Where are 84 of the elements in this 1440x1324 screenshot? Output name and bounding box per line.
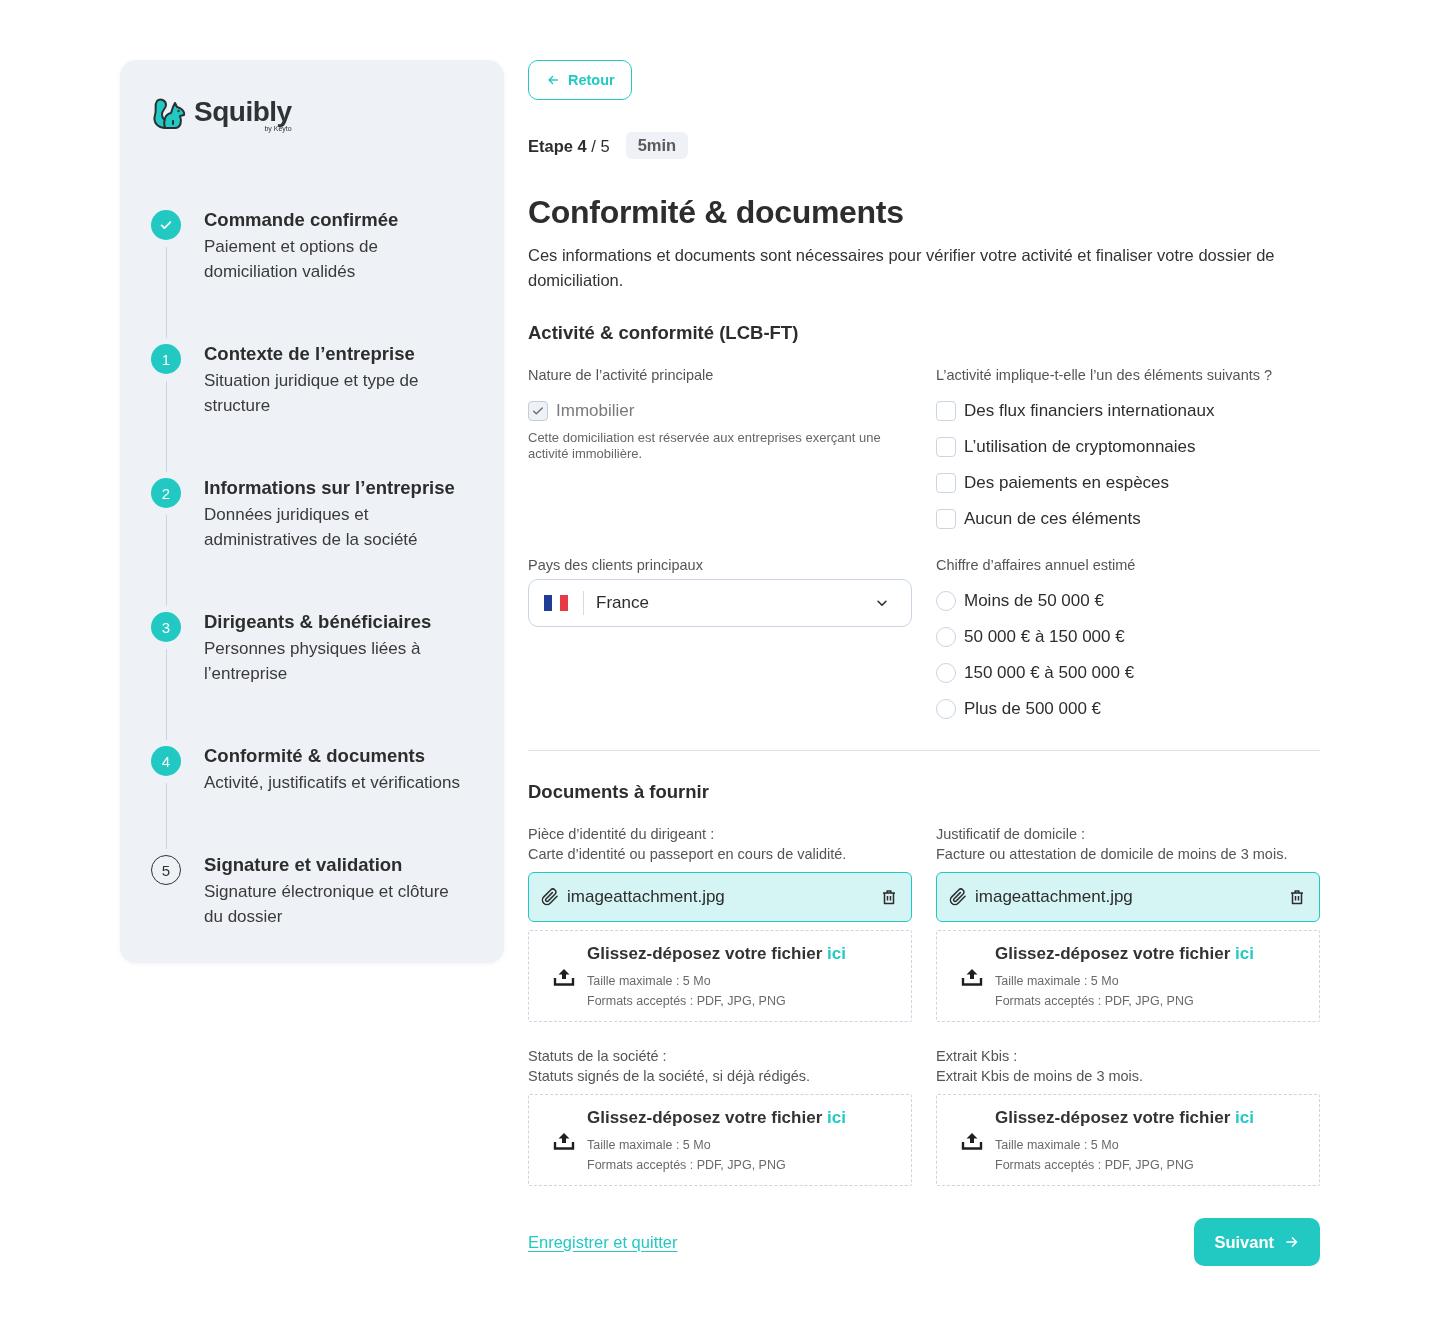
- step-counter: Etape 4 / 5: [528, 135, 610, 157]
- step-description: Données juridiques et administratives de la société: [204, 504, 419, 551]
- step-description: Activité, justificatifs et vérifications: [204, 772, 462, 794]
- dropzone-title: Glissez-déposez votre fichier ici: [587, 943, 846, 965]
- field-label: Justificatif de domicile :: [936, 825, 1087, 844]
- arrow-left-icon: [546, 73, 560, 87]
- radio-label[interactable]: 50 000 € à 150 000 €: [964, 627, 1125, 647]
- radio-button[interactable]: [936, 699, 956, 719]
- field-label: Statuts de la société :: [528, 1047, 668, 1066]
- field-hint: Facture ou attestation de domicile de moins de 3 mois.: [936, 845, 1289, 864]
- file-dropzone[interactable]: Glissez-déposez votre fichier ici Taille maximale : 5 Mo Formats acceptés : PDF, JPG, PNG: [528, 1094, 912, 1186]
- radio-button[interactable]: [936, 663, 956, 683]
- file-name: imageattachment.jpg: [567, 887, 726, 907]
- step-title: Dirigeants & bénéficiaires: [204, 610, 433, 634]
- field-hint: Extrait Kbis de moins de 3 mois.: [936, 1067, 1145, 1086]
- formats-text: Formats acceptés : PDF, JPG, PNG: [587, 993, 787, 1010]
- checkbox-label: Immobilier: [556, 401, 635, 421]
- duration-badge: 5min: [625, 132, 689, 159]
- file-dropzone[interactable]: Glissez-déposez votre fichier ici Taille maximale : 5 Mo Formats acceptés : PDF, JPG, PNG: [936, 1094, 1320, 1186]
- radio-label[interactable]: Plus de 500 000 €: [964, 699, 1102, 719]
- section-title: Activité & conformité (LCB-FT): [528, 321, 800, 345]
- checkbox[interactable]: [936, 401, 956, 421]
- step-number: 2: [151, 478, 181, 508]
- formats-text: Formats acceptés : PDF, JPG, PNG: [587, 1157, 787, 1174]
- step-description: Situation juridique et type de structure: [204, 370, 420, 417]
- logo-text: Squibly: [194, 97, 292, 127]
- max-size-text: Taille maximale : 5 Mo: [995, 1137, 1120, 1154]
- radio-button[interactable]: [936, 591, 956, 611]
- step-description: Personnes physiques liées à l’entreprise: [204, 638, 422, 685]
- page-title: Conformité & documents: [528, 193, 905, 232]
- field-label: Nature de l’activité principale: [528, 366, 715, 385]
- trash-icon[interactable]: [880, 888, 898, 906]
- max-size-text: Taille maximale : 5 Mo: [587, 973, 712, 990]
- checkbox-label[interactable]: Aucun de ces éléments: [964, 509, 1141, 529]
- upload-icon: [553, 967, 575, 986]
- formats-text: Formats acceptés : PDF, JPG, PNG: [995, 1157, 1195, 1174]
- checkbox[interactable]: [936, 509, 956, 529]
- step-title: Informations sur l’entreprise: [204, 476, 456, 500]
- step-description: Signature électronique et clôture du dossier: [204, 881, 450, 928]
- step-number: 4: [151, 746, 181, 776]
- page-description: Ces informations et documents sont nécessaires pour vérifier votre activité et finaliser votre dossier de domiciliation.: [528, 245, 1276, 291]
- trash-icon[interactable]: [1288, 888, 1306, 906]
- upload-icon: [961, 1131, 983, 1150]
- file-dropzone[interactable]: Glissez-déposez votre fichier ici Taille maximale : 5 Mo Formats acceptés : PDF, JPG, PNG: [936, 930, 1320, 1022]
- country-select[interactable]: France: [528, 579, 912, 627]
- radio-label[interactable]: 150 000 € à 500 000 €: [964, 663, 1135, 683]
- field-hint: Statuts signés de la société, si déjà rédigés.: [528, 1067, 812, 1086]
- checkbox-label[interactable]: L’utilisation de cryptomonnaies: [964, 437, 1196, 457]
- upload-icon: [553, 1131, 575, 1150]
- formats-text: Formats acceptés : PDF, JPG, PNG: [995, 993, 1195, 1010]
- field-label: Pièce d’identité du dirigeant :: [528, 825, 716, 844]
- checkbox-label[interactable]: Des paiements en espèces: [964, 473, 1170, 493]
- radio-button[interactable]: [936, 627, 956, 647]
- step-connector: [165, 783, 167, 849]
- flag-icon: [544, 595, 568, 611]
- field-label: Extrait Kbis :: [936, 1047, 1019, 1066]
- paperclip-icon: [541, 888, 559, 906]
- step-number: 3: [151, 612, 181, 642]
- field-label: L’activité implique-t-elle l’un des éléments suivants ?: [936, 366, 1274, 385]
- field-label: Pays des clients principaux: [528, 556, 704, 575]
- dropzone-title: Glissez-déposez votre fichier ici: [995, 1107, 1254, 1129]
- checkbox[interactable]: [936, 437, 956, 457]
- upload-icon: [961, 967, 983, 986]
- dropzone-title: Glissez-déposez votre fichier ici: [587, 1107, 846, 1129]
- dropzone-title: Glissez-déposez votre fichier ici: [995, 943, 1254, 965]
- step-number: 1: [151, 344, 181, 374]
- step-title: Contexte de l’entreprise: [204, 342, 416, 366]
- max-size-text: Taille maximale : 5 Mo: [995, 973, 1120, 990]
- file-name: imageattachment.jpg: [975, 887, 1134, 907]
- max-size-text: Taille maximale : 5 Mo: [587, 1137, 712, 1154]
- field-label: Chiffre d’affaires annuel estimé: [936, 556, 1137, 575]
- step-title: Commande confirmée: [204, 208, 400, 232]
- help-text: Cette domiciliation est réservée aux entreprises exerçant une activité immobilière.: [528, 430, 882, 462]
- file-dropzone[interactable]: Glissez-déposez votre fichier ici Taille maximale : 5 Mo Formats acceptés : PDF, JPG, PNG: [528, 930, 912, 1022]
- arrow-right-icon: [1284, 1234, 1300, 1250]
- step-title: Signature et validation: [204, 853, 404, 877]
- step-description: Paiement et options de domiciliation validés: [204, 236, 379, 283]
- checkbox[interactable]: [936, 473, 956, 493]
- radio-label[interactable]: Moins de 50 000 €: [964, 591, 1104, 611]
- paperclip-icon: [949, 888, 967, 906]
- section-title: Documents à fournir: [528, 780, 710, 804]
- step-title: Conformité & documents: [204, 744, 426, 768]
- checkbox-label[interactable]: Des flux financiers internationaux: [964, 401, 1215, 421]
- field-hint: Carte d’identité ou passeport en cours de validité.: [528, 845, 848, 864]
